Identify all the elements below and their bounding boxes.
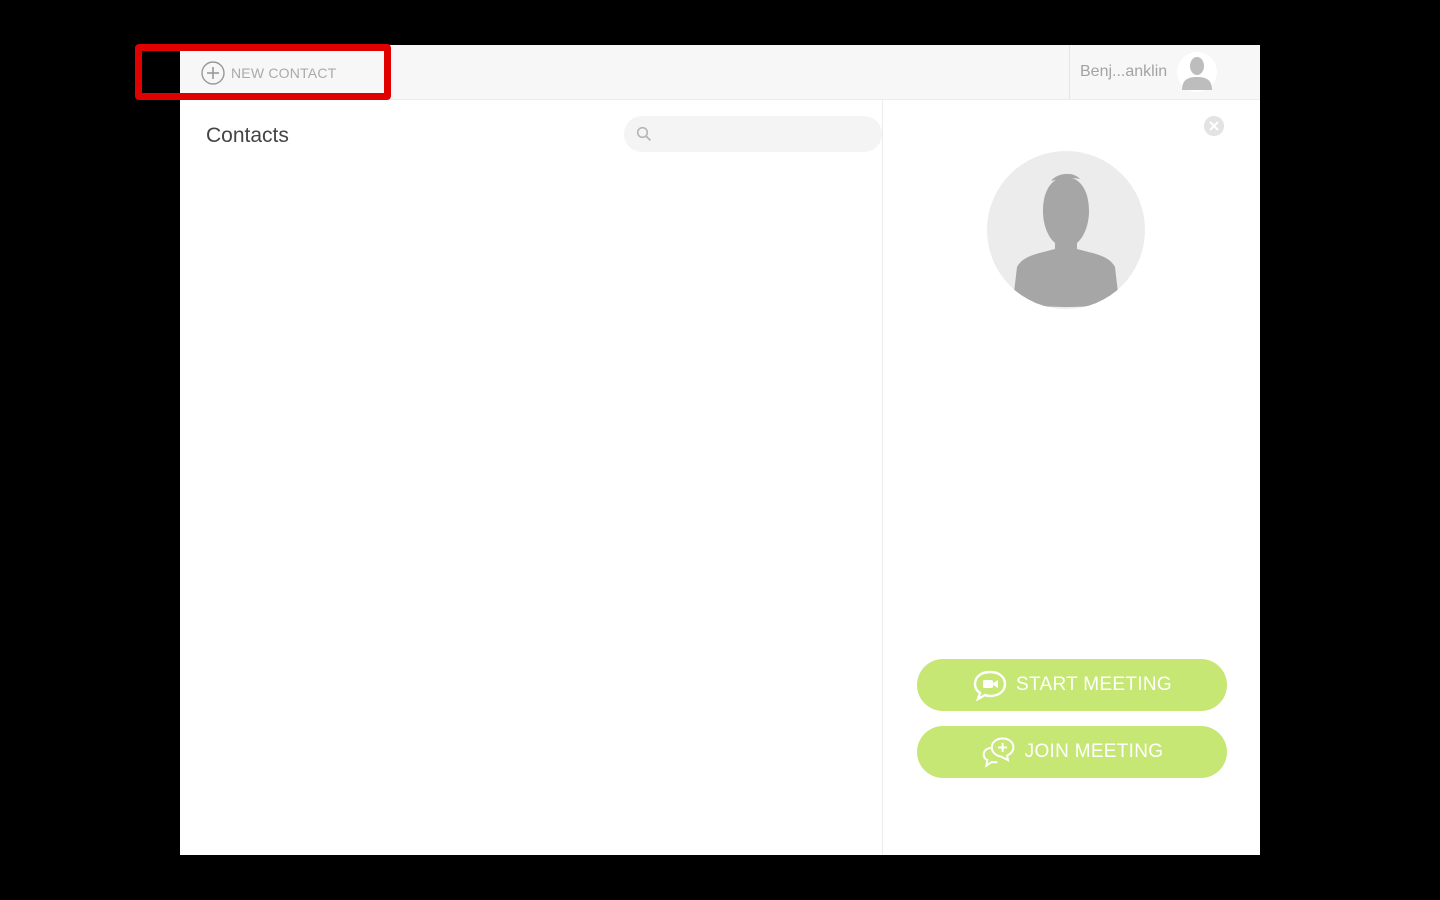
user-avatar-icon bbox=[1177, 52, 1218, 92]
chat-plus-icon bbox=[981, 736, 1017, 768]
new-contact-label: NEW CONTACT bbox=[231, 65, 337, 81]
start-meeting-label: START MEETING bbox=[1016, 674, 1172, 695]
contacts-search[interactable] bbox=[624, 116, 882, 152]
contact-detail-pane: START MEETING JOIN MEETING bbox=[883, 100, 1260, 855]
user-menu[interactable]: Benj...anklin bbox=[1069, 45, 1260, 99]
top-bar: NEW CONTACT Benj...anklin bbox=[180, 45, 1260, 100]
user-silhouette-icon bbox=[987, 151, 1145, 309]
user-name: Benj...anklin bbox=[1080, 63, 1168, 80]
search-input[interactable] bbox=[658, 125, 882, 143]
join-meeting-label: JOIN MEETING bbox=[1024, 741, 1164, 762]
join-meeting-button[interactable]: JOIN MEETING bbox=[917, 726, 1227, 778]
new-contact-button[interactable]: NEW CONTACT bbox=[180, 55, 380, 91]
contacts-title: Contacts bbox=[206, 124, 289, 147]
start-meeting-button[interactable]: START MEETING bbox=[917, 659, 1227, 711]
black-notch bbox=[155, 54, 180, 88]
video-chat-icon bbox=[972, 669, 1008, 701]
app-window: NEW CONTACT Benj...anklin Contacts START… bbox=[180, 45, 1260, 855]
close-circle-icon[interactable] bbox=[1204, 116, 1224, 136]
search-icon bbox=[636, 126, 652, 142]
plus-circle-icon bbox=[201, 61, 225, 85]
contacts-pane: Contacts bbox=[180, 100, 883, 855]
